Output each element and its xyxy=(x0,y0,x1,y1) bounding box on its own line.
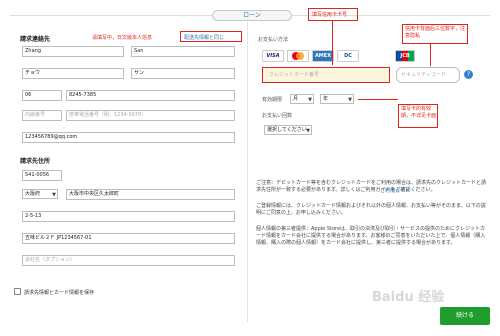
expiry-month-select[interactable]: 月 ▼ xyxy=(290,94,314,104)
chevron-down-icon: ▼ xyxy=(308,97,312,103)
debit-card-note: ご注意：デビットカード等を含むクレジットカードをご利用の場合は、請求先のクレジッ… xyxy=(256,180,488,194)
expiry-year-value: 年 xyxy=(323,96,329,102)
baidu-watermark: Baidu 经验 xyxy=(372,290,445,305)
installments-label: お支払い回数 xyxy=(262,113,293,119)
same-as-contact-link[interactable]: 配送先情報と同じ xyxy=(184,34,224,41)
chevron-down-icon: ▼ xyxy=(306,128,310,134)
phone-number-field[interactable]: 8245-7385 xyxy=(66,90,235,101)
save-info-checkbox[interactable] xyxy=(14,288,21,295)
header-divider-left xyxy=(10,15,212,16)
last-name-kana-field[interactable]: サン xyxy=(131,68,235,79)
billing-address-title: 請求先住所 xyxy=(20,158,51,165)
last-name-field[interactable]: San xyxy=(131,46,235,57)
expiry-note: 填写卡的有效期，不详见卡面 xyxy=(401,106,437,119)
first-name-kana-field[interactable]: チョウ xyxy=(22,68,124,79)
security-note: 信用卡背面后三位数字，注意隐私 xyxy=(405,26,466,39)
expiry-month-value: 月 xyxy=(293,96,299,102)
installments-value: 選択してください xyxy=(267,127,307,133)
expiry-arrow xyxy=(358,99,398,100)
chevron-down-icon: ▼ xyxy=(348,97,352,103)
expiry-year-select[interactable]: 年 ▼ xyxy=(320,94,354,104)
tab-loan[interactable]: ローン xyxy=(212,10,292,21)
fill-name-annotation: 请填写中，日文版本人信息 xyxy=(92,35,153,41)
mobile-field[interactable]: 携帯電話番号（例：1234-5678） xyxy=(66,110,235,121)
chevron-down-icon: ▼ xyxy=(52,192,56,198)
postal-code-field[interactable]: 541-0056 xyxy=(22,170,62,181)
building-field[interactable]: 五味ビル２Ｆ JP1234567-01 xyxy=(22,233,235,244)
company-field[interactable]: 会社名（オプション） xyxy=(22,255,235,266)
extension-field[interactable]: 内線番号 xyxy=(22,110,62,121)
security-arrow xyxy=(430,44,431,66)
billing-contact-title: 請求連絡先 xyxy=(20,36,51,43)
third-party-note: 個人情報の第三者提供：Apple Storeは、取引の決済及び取引・サービスの提… xyxy=(256,226,486,246)
debit-card-note-text: ご注意：デビットカード等を含むクレジットカードをご利用の場合は、請求先のクレジッ… xyxy=(256,180,487,193)
diners-icon: DC xyxy=(337,50,359,62)
save-info-label: 請求先情報とカード情報を保存 xyxy=(24,290,95,296)
card-number-field[interactable]: クレジットカード番号 xyxy=(262,67,390,83)
continue-button[interactable]: 続ける xyxy=(440,307,490,325)
privacy-note: ご登録情報には、クレジットカード情報およびそれ以外の個人情報、お支払い等がそのま… xyxy=(256,203,486,216)
email-field[interactable]: 123456789@qq.com xyxy=(22,132,235,143)
prefecture-value: 大阪府 xyxy=(25,191,41,197)
prefecture-select[interactable]: 大阪府 ▼ xyxy=(22,189,58,199)
card-number-arrow xyxy=(332,21,333,65)
first-name-field[interactable]: Zhang xyxy=(22,46,124,57)
card-number-note: 填写信用卡卡号 xyxy=(312,12,348,18)
visa-icon: VISA xyxy=(262,50,284,62)
security-code-field[interactable]: セキュリティコード xyxy=(396,67,460,83)
city-field[interactable]: 大阪市中央区久太郎町 xyxy=(66,189,235,200)
mastercard-icon xyxy=(287,50,309,62)
payment-title: お支払い方法 xyxy=(258,37,289,43)
street-field[interactable]: 2-5-13 xyxy=(22,211,235,222)
expiry-label: 有効期限 xyxy=(262,97,283,103)
usage-guide-link[interactable]: ご利用ガイド xyxy=(380,187,410,194)
jcb-icon: JCB xyxy=(395,50,415,62)
phone-area-field[interactable]: 06 xyxy=(22,90,62,101)
column-divider xyxy=(247,22,248,322)
amex-icon: AMEX xyxy=(312,50,334,62)
installments-select[interactable]: 選択してください ▼ xyxy=(264,125,312,135)
help-icon[interactable]: ? xyxy=(464,70,473,79)
